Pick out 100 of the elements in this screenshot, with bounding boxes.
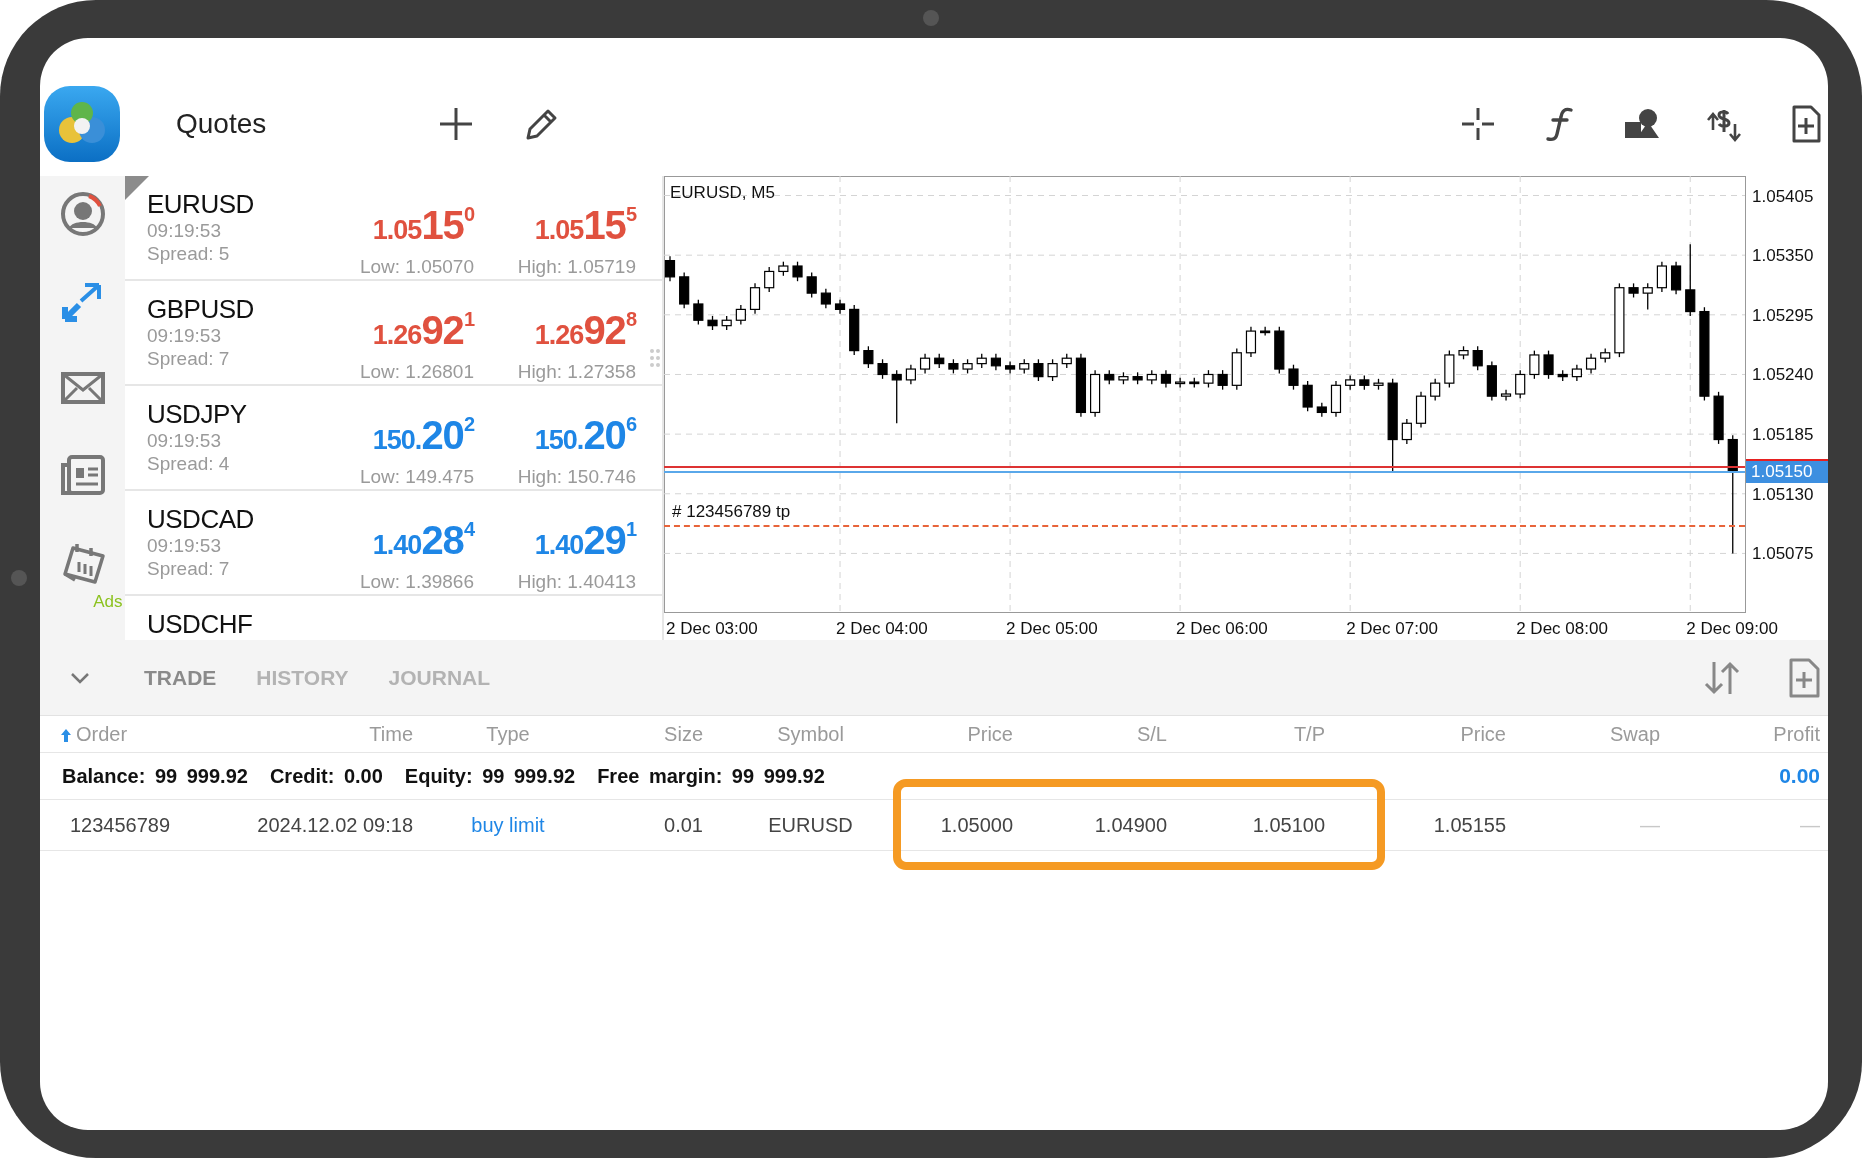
candlestick (1585, 353, 1597, 375)
price-axis-label: 1.05295 (1752, 305, 1814, 325)
low-price: Low: 1.05070 (359, 255, 474, 279)
bid-price: 1.4028$^{4}$ (372, 517, 474, 564)
table-cell-text: 2024.12.02 09:18 (256, 813, 413, 837)
table-cell-text: 1.05000 (939, 813, 1013, 837)
symbol-name: USDCAD (147, 504, 255, 534)
app-logo-icon[interactable] (44, 86, 120, 162)
bid-price: 150.20$^{2}$ (372, 412, 474, 459)
column-header[interactable]: Price (918, 722, 1013, 746)
bid-price: 1.2692$^{1}$ (372, 307, 474, 354)
symbol-name: EURUSD (147, 189, 255, 219)
candlestick (820, 288, 831, 309)
candlestick (877, 358, 888, 380)
high-price: High: 1.05719 (517, 255, 636, 279)
candlestick (1033, 358, 1044, 382)
symbol-name: USDCHF (147, 609, 254, 639)
time-axis-label: 2 Dec 05:00 (1006, 619, 1098, 638)
drag-handle-icon[interactable] (650, 348, 660, 368)
time-axis-label: 2 Dec 03:00 (666, 619, 758, 638)
candlestick (891, 369, 902, 424)
account-summary-text: Free margin: 99 999.92 (597, 764, 825, 788)
candlestick (919, 353, 931, 375)
column-header[interactable]: Swap (1506, 722, 1660, 746)
low-price: Low: 1.26801 (359, 360, 474, 384)
high-price: High: 150.746 (517, 465, 636, 489)
high-price: High: 1.27358 (517, 360, 636, 384)
candlestick (1175, 377, 1186, 389)
candlestick (1401, 418, 1412, 445)
spread-text: Spread: 7 (147, 347, 231, 370)
time-axis-label: 2 Dec 06:00 (1176, 619, 1268, 638)
candlestick (905, 364, 916, 385)
high-price: High: 1.40413 (517, 570, 636, 594)
quote-time: 09:19:53 (147, 219, 222, 242)
ask-price: 1.0515$^{5}$ (534, 202, 636, 249)
price-axis-label: 1.05405 (1752, 186, 1814, 206)
bid-price: 1.0515$^{0}$ (372, 202, 474, 249)
candlestick (735, 304, 746, 326)
candlestick (664, 255, 676, 282)
candlestick (749, 282, 761, 315)
candlestick (1543, 349, 1554, 380)
candlestick (1656, 261, 1667, 293)
sort-up-icon (60, 727, 72, 742)
candlestick (1047, 358, 1058, 382)
table-cell-text: 1.05155 (1432, 813, 1506, 837)
camera-dot-icon (923, 10, 939, 26)
quote-time: 09:19:53 (147, 429, 222, 452)
account-summary-text: Equity: 99 999.92 (404, 764, 576, 788)
spread-text: Spread: 4 (147, 452, 231, 475)
candlestick (1642, 282, 1653, 311)
time-axis-label: 2 Dec 04:00 (836, 619, 928, 638)
screen-title: Quotes (176, 108, 268, 140)
column-header[interactable]: S/L (1013, 722, 1167, 746)
low-price: Low: 1.39866 (359, 570, 474, 594)
price-axis-label: 1.05240 (1752, 365, 1814, 385)
column-header[interactable]: Order (76, 722, 128, 745)
candlestick (1685, 243, 1696, 317)
symbol-name: USDJPY (147, 399, 248, 429)
candlestick (1288, 364, 1299, 391)
account-summary-text: Balance: 99 999.92 (62, 764, 248, 788)
take-profit-label: # 123456789 tp (672, 502, 791, 522)
order-type-link[interactable]: buy limit (413, 813, 603, 837)
time-axis-label: 2 Dec 08:00 (1516, 619, 1608, 638)
spread-text: Spread: 7 (147, 557, 231, 580)
tab[interactable]: TRADE (144, 665, 217, 690)
candlestick (1430, 378, 1441, 402)
quote-time: 09:19:53 (147, 534, 222, 557)
table-cell-text: 1.05100 (1251, 813, 1325, 837)
candlestick (863, 345, 874, 369)
column-header[interactable]: Size (603, 722, 703, 746)
column-header[interactable]: Price (1325, 722, 1506, 746)
chart-title: EURUSD, M5 (670, 183, 775, 202)
table-cell-text: 0.01 (663, 813, 703, 837)
account-summary-text: Credit: 0.00 (269, 764, 383, 788)
price-axis-label: 1.05350 (1752, 246, 1814, 266)
low-price: Low: 149.475 (359, 465, 474, 489)
table-cell-text: — (1639, 813, 1660, 837)
candlestick (1302, 380, 1313, 412)
column-header[interactable]: T/P (1167, 722, 1325, 746)
column-header[interactable]: Symbol (703, 722, 918, 746)
total-profit: 0.00 (1779, 764, 1820, 788)
quote-time: 09:19:53 (147, 324, 222, 347)
time-axis-label: 2 Dec 07:00 (1346, 619, 1438, 638)
ask-price: 1.2692$^{8}$ (534, 307, 636, 354)
column-header[interactable]: Type (413, 722, 603, 746)
tab[interactable]: HISTORY (256, 665, 349, 690)
tab[interactable]: JOURNAL (388, 665, 491, 690)
candlestick (1245, 326, 1257, 358)
candlestick (1670, 261, 1682, 295)
ask-price: 1.4029$^{1}$ (534, 517, 636, 564)
time-axis-label: 2 Dec 09:00 (1686, 619, 1778, 638)
table-cell-text: 1.04900 (1093, 813, 1167, 837)
candlestick (806, 271, 817, 299)
ads-label: Ads (93, 592, 123, 612)
column-header[interactable]: Time (220, 722, 413, 746)
bid-price-tag: 1.05150 (1746, 461, 1828, 484)
column-header[interactable]: Profit (1660, 722, 1820, 746)
ask-price: 150.20$^{6}$ (534, 412, 636, 459)
candlestick (1500, 389, 1512, 402)
table-cell-text: 123456789 (69, 813, 172, 837)
